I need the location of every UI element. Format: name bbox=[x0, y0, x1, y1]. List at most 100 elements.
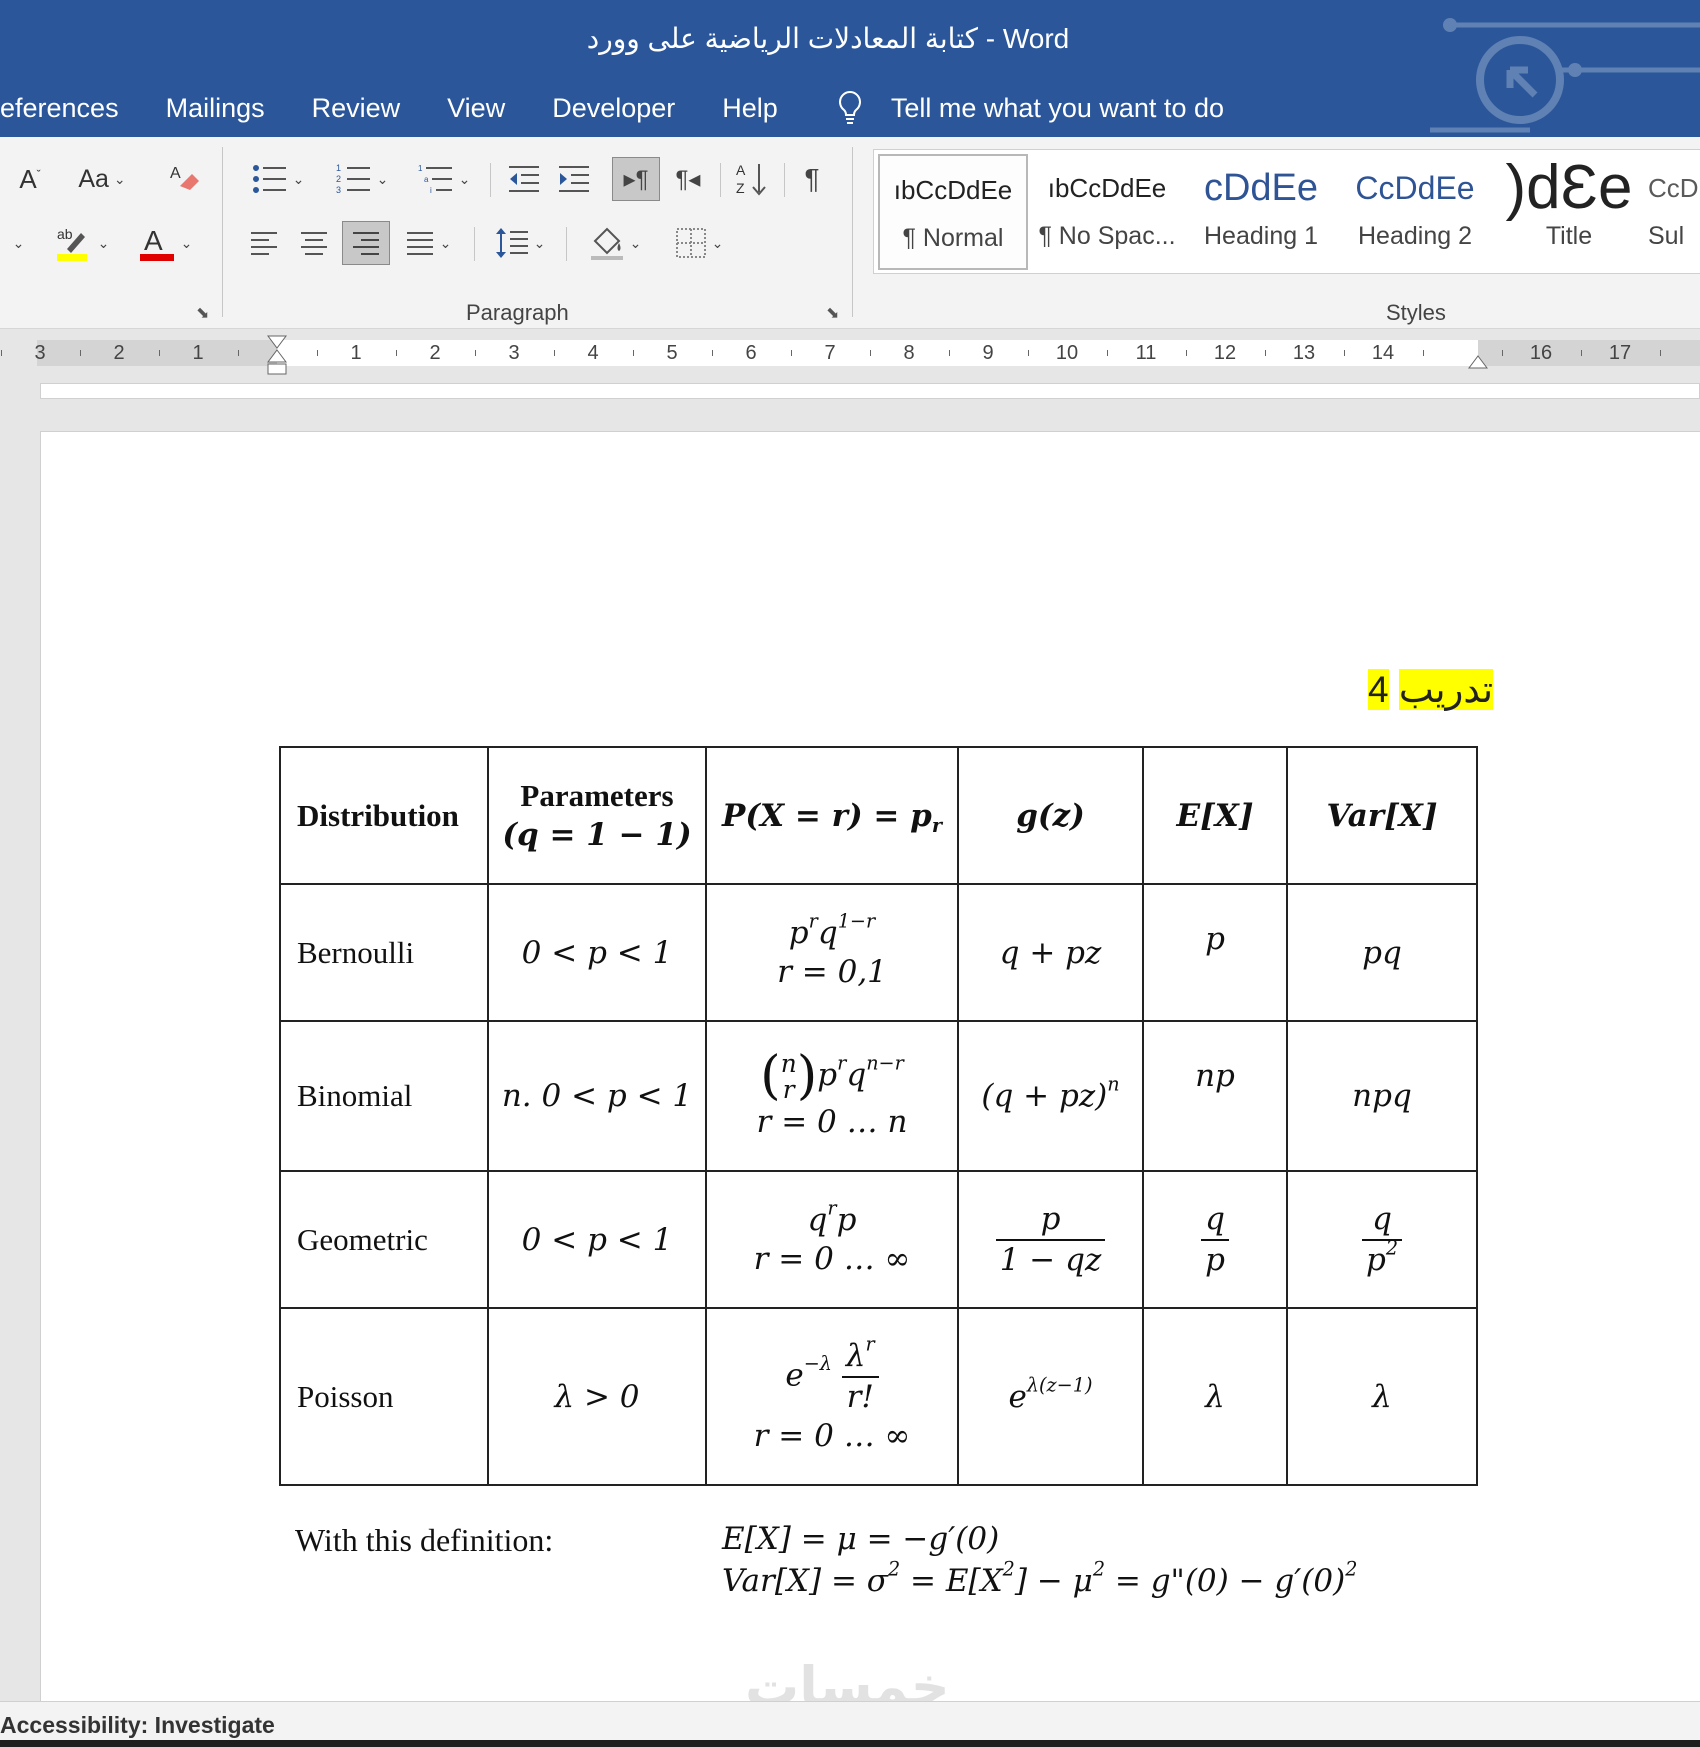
tab-mailings[interactable]: Mailings bbox=[166, 93, 265, 124]
font-dialog-launcher-icon[interactable]: ⬊ bbox=[196, 303, 209, 323]
justify-button[interactable]: ⌄ bbox=[396, 221, 460, 265]
pmf-numerator-exponent: r bbox=[865, 1333, 875, 1356]
gz-exponent: n bbox=[1107, 1072, 1120, 1096]
tab-help[interactable]: Help bbox=[722, 93, 778, 124]
font-color-icon: A bbox=[139, 225, 174, 261]
ltr-direction-button[interactable]: ▸¶ bbox=[612, 157, 660, 201]
change-case-button[interactable]: Aa ⌄ bbox=[70, 157, 134, 201]
multilevel-list-button[interactable]: 1ai ⌄ bbox=[412, 157, 476, 201]
line-spacing-button[interactable]: ⌄ bbox=[488, 221, 552, 265]
eq-part: = g"(0) − g′(0) bbox=[1105, 1563, 1346, 1599]
styles-gallery: ıbCcDdEe ¶ Normal ıbCcDdEe ¶ No Spac... … bbox=[873, 149, 1700, 274]
pmf-e-exponent: −λ bbox=[803, 1352, 832, 1376]
header-gz: g(z) bbox=[957, 746, 1144, 885]
ruler-tick bbox=[553, 350, 555, 356]
decrease-indent-button[interactable] bbox=[502, 157, 546, 201]
align-left-button[interactable] bbox=[242, 221, 286, 265]
parameters-cell: λ > 0 bbox=[487, 1307, 707, 1486]
style-heading-2[interactable]: CcDdEe Heading 2 bbox=[1340, 154, 1490, 270]
definition-equations: E[X] = μ = −g′(0) Var[X] = σ2 = E[X2] − … bbox=[722, 1518, 1357, 1602]
header-var: Var[X] bbox=[1286, 746, 1478, 885]
right-indent-marker-icon[interactable] bbox=[1467, 354, 1489, 372]
svg-text:1: 1 bbox=[336, 163, 341, 173]
sort-button[interactable]: AZ bbox=[730, 157, 774, 201]
eq-exponent: 2 bbox=[887, 1557, 901, 1581]
text-effects-dropdown[interactable]: ⌄ bbox=[4, 221, 28, 265]
ruler-number: 17 bbox=[1608, 342, 1632, 364]
tell-me-search[interactable]: Tell me what you want to do bbox=[835, 89, 1224, 127]
ruler-number: 7 bbox=[824, 342, 836, 364]
ruler-tick bbox=[790, 350, 792, 356]
distributions-table: Distribution Parameters (q = 1 − 1) P(X … bbox=[279, 746, 1478, 1486]
style-normal[interactable]: ıbCcDdEe ¶ Normal bbox=[878, 154, 1028, 270]
eq-part: Var[X] = σ bbox=[722, 1563, 888, 1599]
header-parameters: Parameters (q = 1 − 1) bbox=[487, 746, 707, 885]
accessibility-status[interactable]: Accessibility: Investigate bbox=[0, 1712, 275, 1739]
style-name: ¶ No Spac... bbox=[1038, 222, 1176, 250]
align-right-button[interactable] bbox=[342, 221, 390, 265]
chevron-down-icon: ⌄ bbox=[458, 170, 471, 187]
bullet-list-icon bbox=[252, 165, 286, 193]
change-case-icon: Aa bbox=[78, 164, 109, 193]
horizontal-ruler[interactable]: 3 2 1 1 2 3 4 5 6 7 8 9 10 11 12 13 14 16 17 bbox=[0, 329, 1700, 383]
table-row-poisson: Poisson λ > 0 e−λ λr r! r = 0 … ∞ eλ(z−1)… bbox=[279, 1307, 1478, 1486]
pmf-cell: (n r)prqn−r r = 0 … n bbox=[705, 1020, 959, 1172]
tab-references[interactable]: eferences bbox=[0, 93, 119, 124]
align-center-icon bbox=[301, 232, 327, 255]
svg-text:a: a bbox=[424, 175, 429, 184]
svg-text:A: A bbox=[144, 225, 163, 256]
title-bar: كتابة المعادلات الرياضية على وورد - Word… bbox=[0, 0, 1700, 137]
ruler-tick bbox=[1422, 350, 1424, 356]
align-right-icon bbox=[353, 232, 379, 255]
pmf-exponent: r bbox=[837, 1051, 847, 1075]
font-color-button[interactable]: A ⌄ bbox=[130, 221, 200, 265]
borders-button[interactable]: ⌄ bbox=[664, 221, 734, 265]
gz-cell: p1 − qz bbox=[957, 1170, 1144, 1309]
shading-button[interactable]: ⌄ bbox=[580, 221, 650, 265]
style-sample: ıbCcDdEe bbox=[1047, 173, 1167, 203]
ltr-paragraph-icon: ▸¶ bbox=[623, 165, 649, 193]
ruler-number: 8 bbox=[903, 342, 915, 364]
ruler-tick bbox=[395, 350, 397, 356]
rtl-direction-button[interactable]: ¶◂ bbox=[666, 157, 710, 201]
shrink-font-icon: Aˇ bbox=[19, 163, 41, 194]
ruler-number: 6 bbox=[745, 342, 757, 364]
gz-base: e bbox=[1008, 1378, 1027, 1415]
bullets-button[interactable]: ⌄ bbox=[244, 157, 312, 201]
tab-view[interactable]: View bbox=[447, 93, 505, 124]
style-title[interactable]: )dƐe Title bbox=[1494, 154, 1644, 270]
ruler-number: 14 bbox=[1371, 342, 1395, 364]
gz-cell: (q + pz)n bbox=[957, 1020, 1144, 1172]
tab-developer[interactable]: Developer bbox=[552, 93, 675, 124]
style-no-spacing[interactable]: ıbCcDdEe ¶ No Spac... bbox=[1032, 154, 1182, 270]
ruler-tick bbox=[948, 350, 950, 356]
svg-text:i: i bbox=[430, 186, 432, 195]
ruler-tick bbox=[1106, 350, 1108, 356]
ruler-left-margin bbox=[37, 340, 277, 366]
svg-text:A: A bbox=[736, 162, 746, 178]
gz-cell: eλ(z−1) bbox=[957, 1307, 1144, 1486]
ruler-tick bbox=[1580, 350, 1582, 356]
taskbar-edge bbox=[0, 1740, 1700, 1747]
decrease-indent-icon bbox=[509, 166, 539, 192]
shrink-font-button[interactable]: Aˇ bbox=[10, 157, 50, 201]
style-heading-1[interactable]: cDdEe Heading 1 bbox=[1186, 154, 1336, 270]
ex-cell: λ bbox=[1142, 1307, 1288, 1486]
exercise-label: تدريب bbox=[1398, 669, 1494, 710]
line-spacing-icon bbox=[495, 228, 528, 258]
ruler-tick bbox=[632, 350, 634, 356]
paragraph-dialog-launcher-icon[interactable]: ⬊ bbox=[826, 303, 839, 323]
increase-indent-button[interactable] bbox=[552, 157, 596, 201]
tab-review[interactable]: Review bbox=[312, 93, 401, 124]
align-center-button[interactable] bbox=[292, 221, 336, 265]
clear-formatting-button[interactable]: A bbox=[163, 157, 207, 201]
indent-marker-icon[interactable] bbox=[266, 334, 288, 376]
numbering-button[interactable]: 123 ⌄ bbox=[328, 157, 396, 201]
show-formatting-marks-button[interactable]: ¶ bbox=[792, 157, 832, 201]
highlight-color-button[interactable]: ab ⌄ bbox=[46, 221, 116, 265]
style-subtitle[interactable]: CcD Sul bbox=[1648, 154, 1700, 270]
ruler-tick bbox=[158, 350, 160, 356]
var-denominator-exponent: 2 bbox=[1385, 1236, 1399, 1260]
divider bbox=[566, 227, 567, 261]
var-cell: q p2 bbox=[1286, 1170, 1478, 1309]
